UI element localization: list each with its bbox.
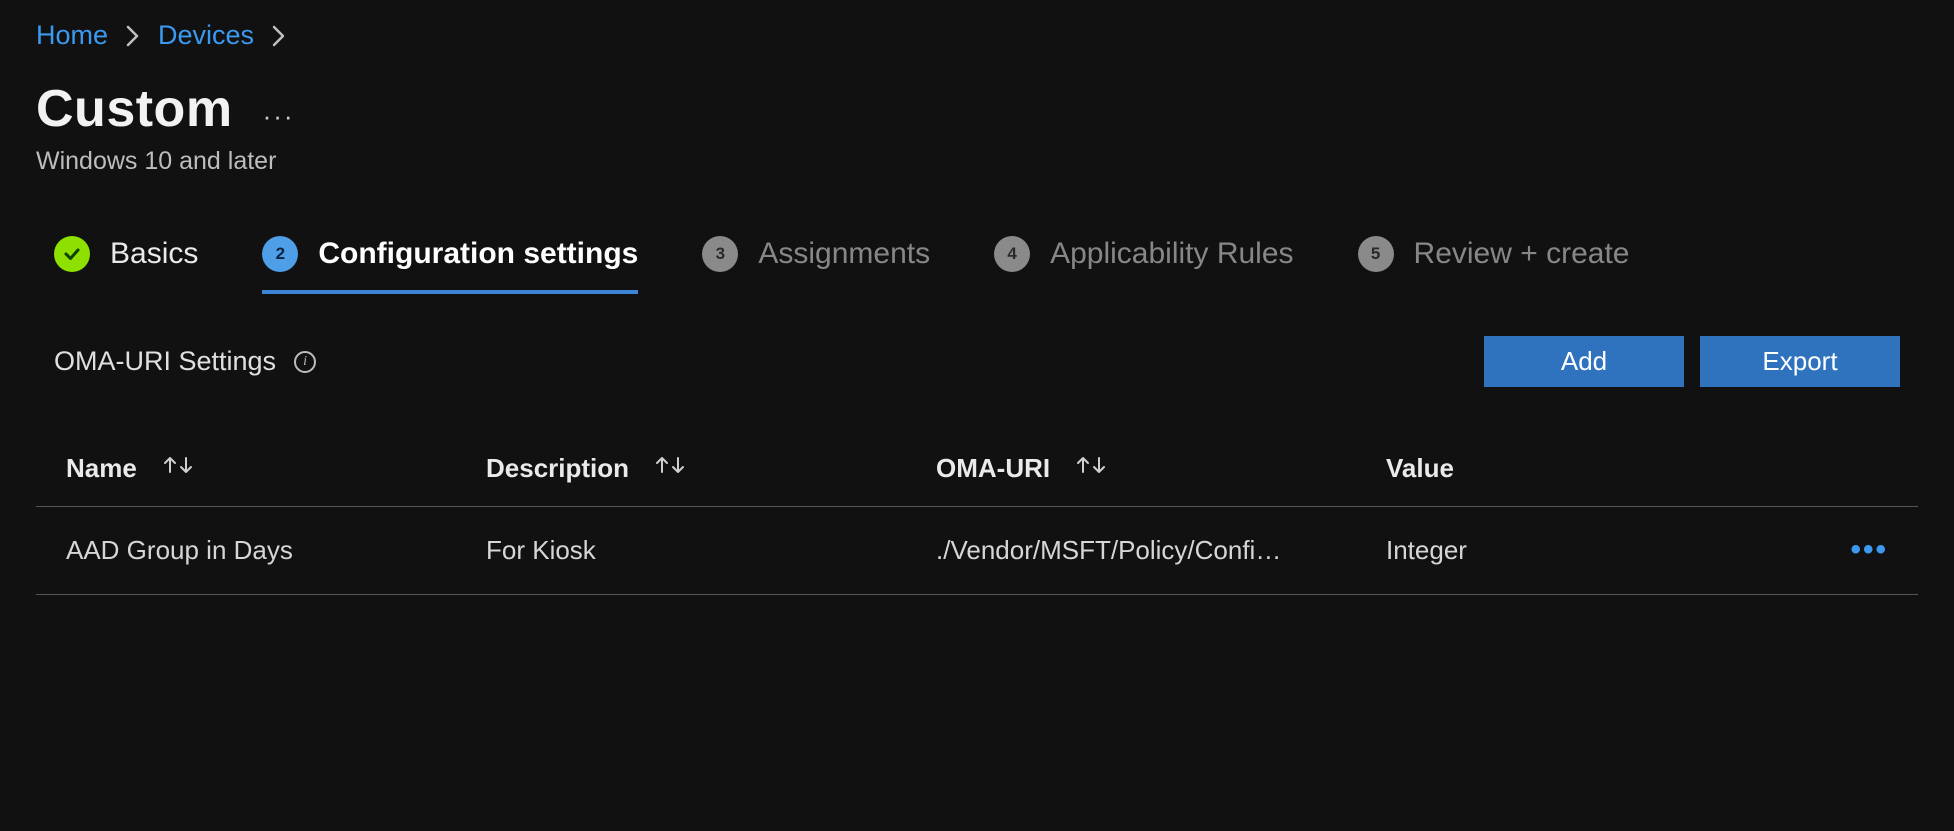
table-row[interactable]: AAD Group in Days For Kiosk ./Vendor/MSF… bbox=[36, 507, 1918, 595]
step-label: Basics bbox=[110, 237, 198, 271]
sort-icon bbox=[161, 453, 195, 484]
step-number-badge: 2 bbox=[262, 236, 298, 272]
sort-icon bbox=[1074, 453, 1108, 484]
step-number-badge: 5 bbox=[1358, 236, 1394, 272]
chevron-right-icon bbox=[126, 25, 140, 47]
breadcrumb-link-devices[interactable]: Devices bbox=[158, 20, 254, 51]
breadcrumb-link-home[interactable]: Home bbox=[36, 20, 108, 51]
cell-oma-uri: ./Vendor/MSFT/Policy/Confi… bbox=[936, 535, 1386, 566]
step-label: Assignments bbox=[758, 237, 930, 271]
add-button[interactable]: Add bbox=[1484, 336, 1684, 387]
step-number-badge: 4 bbox=[994, 236, 1030, 272]
column-label: OMA-URI bbox=[936, 453, 1050, 484]
column-label: Description bbox=[486, 453, 629, 484]
column-label: Name bbox=[66, 453, 137, 484]
page-title: Custom bbox=[36, 79, 233, 139]
info-icon[interactable]: i bbox=[294, 351, 316, 373]
cell-value: Integer bbox=[1386, 535, 1756, 566]
oma-uri-table: Name Description OMA-URI Value bbox=[36, 435, 1918, 595]
export-button[interactable]: Export bbox=[1700, 336, 1900, 387]
step-configuration-settings[interactable]: 2 Configuration settings bbox=[262, 236, 638, 294]
column-header-name[interactable]: Name bbox=[36, 453, 486, 484]
step-label: Applicability Rules bbox=[1050, 237, 1293, 271]
breadcrumb: Home Devices bbox=[36, 20, 1918, 51]
column-header-oma-uri[interactable]: OMA-URI bbox=[936, 453, 1386, 484]
step-applicability-rules[interactable]: 4 Applicability Rules bbox=[994, 236, 1293, 272]
sort-icon bbox=[653, 453, 687, 484]
step-review-create[interactable]: 5 Review + create bbox=[1358, 236, 1630, 272]
table-header-row: Name Description OMA-URI Value bbox=[36, 435, 1918, 507]
step-number-badge: 3 bbox=[702, 236, 738, 272]
cell-description: For Kiosk bbox=[486, 535, 936, 566]
check-icon bbox=[54, 236, 90, 272]
section-title-oma-uri: OMA-URI Settings bbox=[54, 346, 276, 377]
more-actions-icon[interactable]: ··· bbox=[263, 89, 295, 129]
cell-name: AAD Group in Days bbox=[36, 535, 486, 566]
column-header-description[interactable]: Description bbox=[486, 453, 936, 484]
row-actions-icon[interactable]: ••• bbox=[1850, 535, 1888, 566]
step-assignments[interactable]: 3 Assignments bbox=[702, 236, 930, 272]
step-basics[interactable]: Basics bbox=[54, 236, 198, 272]
column-label: Value bbox=[1386, 453, 1454, 484]
wizard-stepper: Basics 2 Configuration settings 3 Assign… bbox=[36, 236, 1918, 290]
column-header-value[interactable]: Value bbox=[1386, 453, 1756, 484]
step-label: Configuration settings bbox=[318, 237, 638, 271]
step-label: Review + create bbox=[1414, 237, 1630, 271]
page-subtitle: Windows 10 and later bbox=[36, 147, 1918, 176]
chevron-right-icon bbox=[272, 25, 286, 47]
